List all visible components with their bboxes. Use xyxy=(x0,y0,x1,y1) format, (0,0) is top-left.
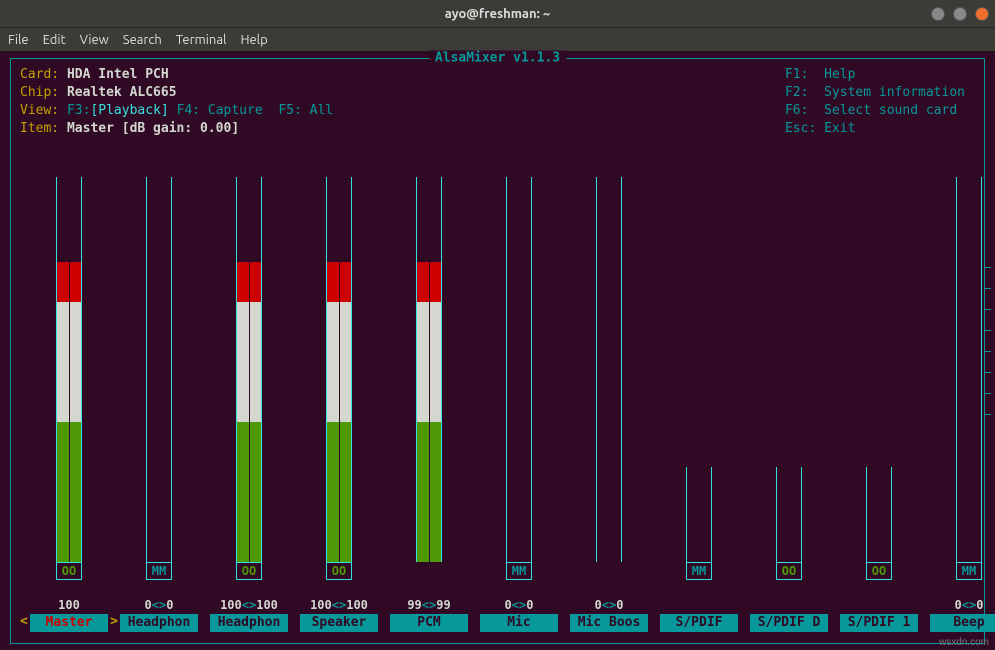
esc-label: Exit xyxy=(824,121,855,136)
mute-indicator[interactable]: OO xyxy=(776,562,802,580)
menu-edit[interactable]: Edit xyxy=(43,33,66,47)
volume-bar[interactable] xyxy=(56,177,82,562)
channel-label[interactable]: S/PDIF xyxy=(660,614,738,632)
channel-speaker[interactable]: OO 100<>100Speaker xyxy=(300,177,378,632)
volume-bar[interactable] xyxy=(506,177,532,562)
mute-indicator[interactable]: OO xyxy=(236,562,262,580)
card-value: HDA Intel PCH xyxy=(67,67,169,82)
window-maximize-button[interactable] xyxy=(953,7,967,21)
tick xyxy=(985,330,991,331)
volume-bar[interactable] xyxy=(956,177,982,562)
channel-master[interactable]: OO100<>Master xyxy=(30,177,108,632)
item-value: Master [dB gain: 0.00] xyxy=(67,121,239,136)
volume-bar[interactable] xyxy=(146,177,172,562)
mute-indicator[interactable]: OO xyxy=(56,562,82,580)
help-block: F1: Help F2: System information F6: Sele… xyxy=(785,66,965,138)
volume-bar[interactable] xyxy=(236,177,262,562)
channel-pcm[interactable]: 99<>99PCM xyxy=(390,177,468,632)
chip-value: Realtek ALC665 xyxy=(67,85,177,100)
terminal-body[interactable]: AlsaMixer v1.1.3 Card: HDA Intel PCH Chi… xyxy=(0,52,995,650)
channel-label[interactable]: Master xyxy=(30,614,108,632)
watermark: wsxdn.com xyxy=(939,637,989,648)
info-block: Card: HDA Intel PCH Chip: Realtek ALC665… xyxy=(20,66,333,138)
selection-marker-left: < xyxy=(20,614,28,629)
volume-bar[interactable] xyxy=(416,177,442,562)
mute-indicator[interactable]: OO xyxy=(866,562,892,580)
channel-s-pdif-1[interactable]: OO S/PDIF 1 xyxy=(840,177,918,632)
channel-s-pdif[interactable]: MM S/PDIF xyxy=(660,177,738,632)
f2-label: System information xyxy=(824,85,965,100)
level-readout: 100<>100 xyxy=(310,598,368,614)
menu-search[interactable]: Search xyxy=(123,33,162,47)
view-f5[interactable]: F5: All xyxy=(278,103,333,118)
menu-help[interactable]: Help xyxy=(240,33,267,47)
mute-indicator[interactable]: OO xyxy=(326,562,352,580)
channel-label[interactable]: S/PDIF D xyxy=(750,614,828,632)
menu-terminal[interactable]: Terminal xyxy=(176,33,227,47)
tick xyxy=(985,393,991,394)
channel-label[interactable]: Headphon xyxy=(210,614,288,632)
channel-label[interactable]: Beep xyxy=(930,614,995,632)
window-titlebar: ayo@freshman: ~ xyxy=(0,0,995,28)
tick xyxy=(985,414,991,415)
card-label: Card: xyxy=(20,67,59,82)
tick xyxy=(985,351,991,352)
view-f3-key: F3: xyxy=(67,103,90,118)
channel-headphon[interactable]: MM 0<>0Headphon xyxy=(120,177,198,632)
channel-s-pdif-d[interactable]: OO S/PDIF D xyxy=(750,177,828,632)
view-f4[interactable]: F4: Capture xyxy=(177,103,263,118)
view-label: View: xyxy=(20,103,59,118)
window-title: ayo@freshman: ~ xyxy=(445,7,550,21)
window-close-button[interactable] xyxy=(975,7,989,21)
mute-indicator[interactable]: MM xyxy=(506,562,532,580)
tick xyxy=(985,372,991,373)
level-readout: 0<>0 xyxy=(145,598,174,614)
channel-label[interactable]: PCM xyxy=(390,614,468,632)
chip-label: Chip: xyxy=(20,85,59,100)
mute-indicator[interactable]: MM xyxy=(686,562,712,580)
f6-label: Select sound card xyxy=(824,103,957,118)
menubar: File Edit View Search Terminal Help xyxy=(0,28,995,52)
level-readout: 100<>100 xyxy=(220,598,278,614)
menu-file[interactable]: File xyxy=(8,33,29,47)
level-readout: 0<>0 xyxy=(955,598,984,614)
volume-bar[interactable] xyxy=(776,467,802,562)
channel-mic[interactable]: MM 0<>0Mic xyxy=(480,177,558,632)
channel-headphon[interactable]: OO 100<>100Headphon xyxy=(210,177,288,632)
channel-label[interactable]: Mic Boos xyxy=(570,614,648,632)
mute-indicator[interactable]: MM xyxy=(146,562,172,580)
level-readout: 99<>99 xyxy=(407,598,450,614)
selection-marker-right: > xyxy=(110,614,118,629)
item-label: Item: xyxy=(20,121,59,136)
volume-bar[interactable] xyxy=(866,467,892,562)
f1-label: Help xyxy=(824,67,855,82)
channel-label[interactable]: Mic xyxy=(480,614,558,632)
channels-row: OO100<>MasterMM0<>0HeadphonOO100<>100Hea… xyxy=(30,177,983,632)
channel-label[interactable]: S/PDIF 1 xyxy=(840,614,918,632)
mute-indicator[interactable]: MM xyxy=(956,562,982,580)
app-title: AlsaMixer v1.1.3 xyxy=(429,51,566,66)
volume-bar[interactable] xyxy=(326,177,352,562)
channel-label[interactable]: Speaker xyxy=(300,614,378,632)
f2-key: F2: xyxy=(785,85,808,100)
tick xyxy=(985,288,991,289)
level-readout: 100 xyxy=(58,598,80,614)
f6-key: F6: xyxy=(785,103,808,118)
view-playback[interactable]: [Playback] xyxy=(90,103,168,118)
tick xyxy=(985,309,991,310)
channel-mic-boos[interactable]: 0<>0Mic Boos xyxy=(570,177,648,632)
level-readout: 0<>0 xyxy=(595,598,624,614)
window-controls xyxy=(931,7,989,21)
level-readout: 0<>0 xyxy=(505,598,534,614)
channel-label[interactable]: Headphon xyxy=(120,614,198,632)
volume-bar[interactable] xyxy=(596,177,622,562)
window-minimize-button[interactable] xyxy=(931,7,945,21)
esc-key: Esc: xyxy=(785,121,816,136)
menu-view[interactable]: View xyxy=(80,33,109,47)
volume-bar[interactable] xyxy=(686,467,712,562)
tick xyxy=(985,267,991,268)
f1-key: F1: xyxy=(785,67,808,82)
scale-ticks xyxy=(985,267,991,415)
